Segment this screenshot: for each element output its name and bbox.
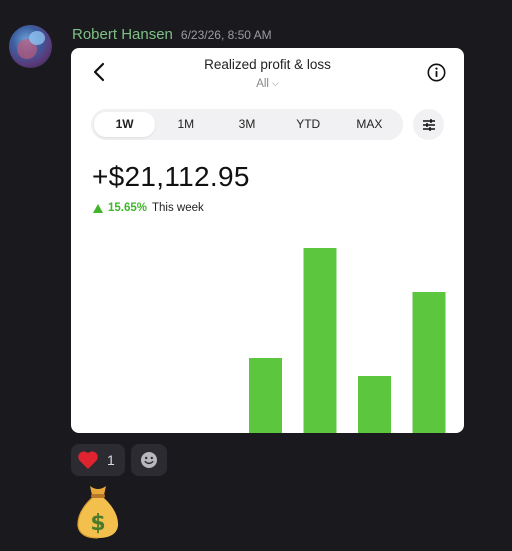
- money-bag-icon: $: [77, 486, 119, 539]
- heart-icon: [78, 451, 98, 469]
- reaction-heart[interactable]: 1: [71, 444, 125, 476]
- avatar[interactable]: [9, 25, 52, 68]
- tab-ytd: YTD: [296, 117, 321, 131]
- author-name[interactable]: Robert Hansen: [72, 26, 173, 43]
- smiley-icon: [140, 452, 157, 468]
- svg-text:$: $: [90, 511, 105, 536]
- pnl-bar-chart: [249, 248, 446, 433]
- filter-label: All: [256, 78, 269, 90]
- reaction-count: 1: [107, 452, 115, 468]
- add-reaction-button[interactable]: [130, 444, 167, 476]
- tab-3m: 3M: [238, 117, 256, 131]
- message-timestamp: 6/23/26, 8:50 AM: [180, 28, 272, 42]
- timeframe-tabs: 1W 1M 3M YTD MAX: [91, 109, 403, 140]
- chart-bar: [249, 358, 282, 433]
- sliders-icon: [422, 118, 435, 131]
- chevron-down-icon: ⌵: [271, 78, 279, 88]
- change-period: This week: [152, 202, 204, 214]
- message-header: Robert Hansen 6/23/26, 8:50 AM: [72, 26, 272, 43]
- realized-pnl-amount: +$21,112.95: [92, 161, 250, 192]
- card-title: Realized profit & loss: [204, 57, 331, 72]
- chart-bar: [412, 292, 446, 433]
- filter-settings-button: [413, 109, 444, 140]
- triangle-up-icon: [93, 203, 103, 213]
- reactions-bar: 1: [71, 444, 167, 476]
- chart-bar: [303, 248, 337, 433]
- tab-max: MAX: [356, 117, 383, 131]
- info-icon: [427, 63, 446, 82]
- chart-bar: [358, 376, 391, 433]
- account-filter: All ⌵: [71, 78, 464, 90]
- pnl-screenshot-card[interactable]: Realized profit & loss All ⌵ 1W 1M 3M YTD…: [71, 48, 464, 433]
- avatar-detail: [29, 31, 45, 45]
- change-row: 15.65% This week: [93, 202, 204, 214]
- change-percent: 15.65%: [108, 202, 148, 214]
- tab-1m: 1M: [177, 117, 195, 131]
- tab-1w: 1W: [94, 112, 156, 137]
